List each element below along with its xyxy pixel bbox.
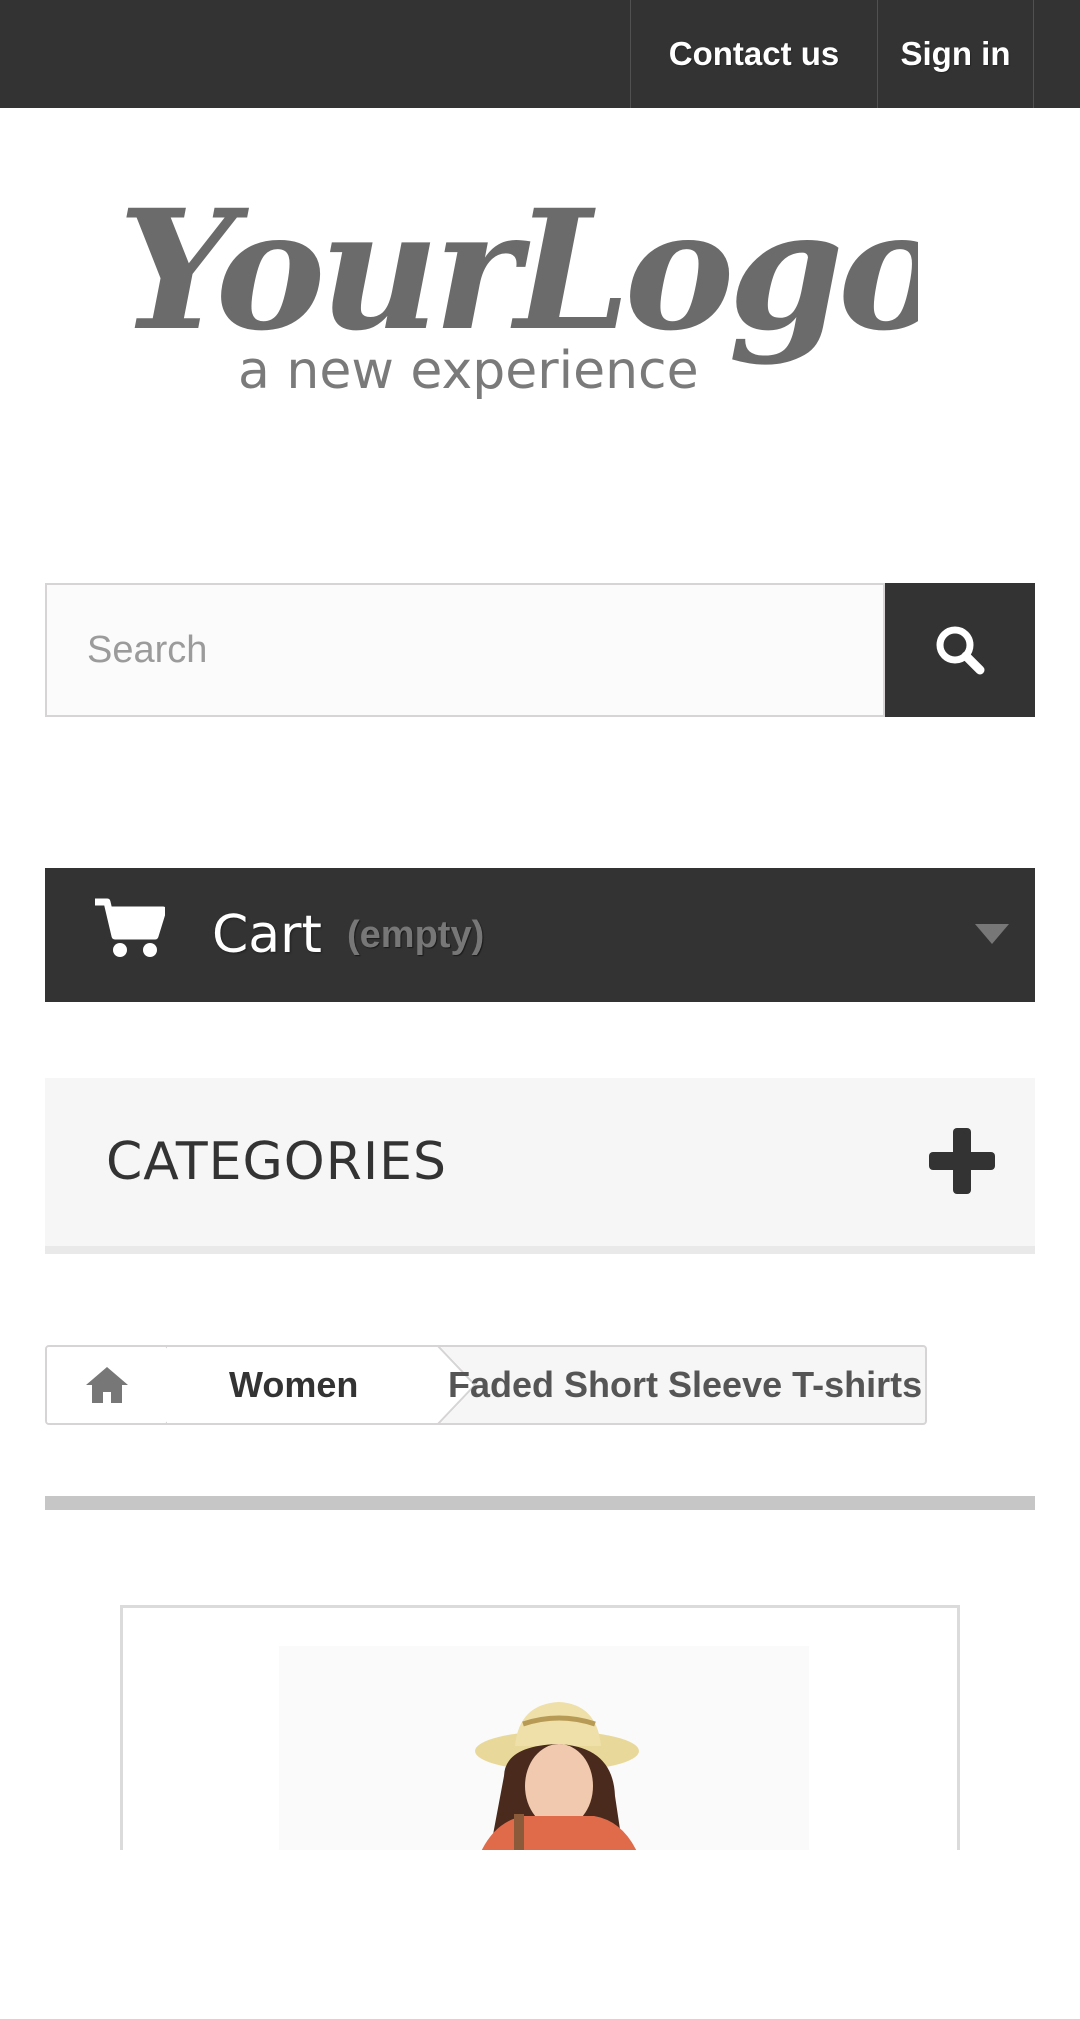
search-input[interactable] bbox=[45, 583, 885, 717]
breadcrumb-current: Faded Short Sleeve T-shirts bbox=[448, 1364, 923, 1405]
site-logo[interactable]: YourLogo a new experience bbox=[118, 173, 949, 418]
breadcrumb-item-women[interactable]: Women bbox=[167, 1347, 439, 1423]
sign-in-link[interactable]: Sign in bbox=[877, 0, 1034, 108]
breadcrumb-home[interactable] bbox=[47, 1347, 167, 1423]
search-form bbox=[45, 583, 1035, 717]
logo-wordmark: YourLogo bbox=[118, 178, 918, 367]
top-nav-bar: Contact us Sign in bbox=[0, 0, 1080, 108]
chevron-down-icon bbox=[975, 924, 1009, 944]
section-divider bbox=[45, 1496, 1035, 1510]
categories-title: CATEGORIES bbox=[106, 1132, 448, 1192]
product-image bbox=[279, 1646, 809, 1850]
home-icon bbox=[86, 1367, 128, 1403]
categories-toggle[interactable]: CATEGORIES bbox=[45, 1078, 1035, 1254]
cart-status: (empty) bbox=[347, 914, 485, 956]
search-icon bbox=[936, 626, 985, 675]
plus-icon bbox=[929, 1128, 995, 1194]
contact-us-link[interactable]: Contact us bbox=[630, 0, 877, 108]
logo-tagline: a new experience bbox=[238, 341, 699, 401]
cart-title: Cart bbox=[212, 905, 322, 965]
search-button[interactable] bbox=[885, 583, 1035, 717]
breadcrumb: Women Faded Short Sleeve T-shirts bbox=[45, 1345, 927, 1425]
cart-icon bbox=[95, 898, 165, 957]
product-image-frame[interactable] bbox=[120, 1605, 960, 1850]
cart-block[interactable]: Cart (empty) bbox=[45, 868, 1035, 1002]
